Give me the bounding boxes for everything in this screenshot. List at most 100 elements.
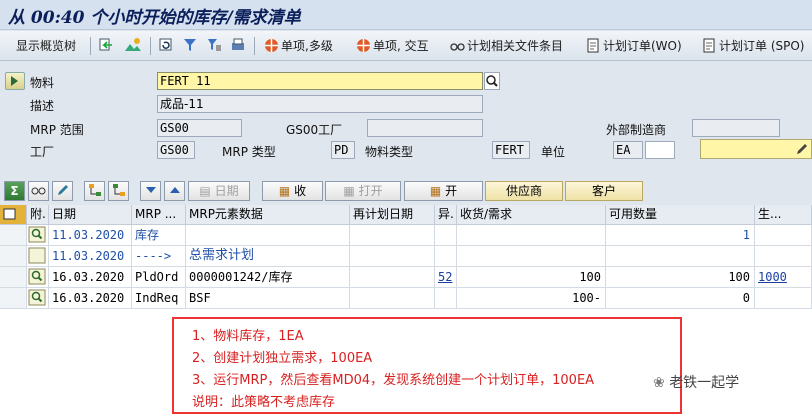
material-search-button[interactable]	[484, 72, 500, 90]
row-receipt	[457, 225, 606, 246]
column-header[interactable]: 日期	[49, 205, 132, 225]
show-overview-tree-button[interactable]: 显示概览树	[16, 37, 76, 55]
column-header[interactable]: 生...	[755, 205, 812, 225]
plant-label: 工厂	[30, 145, 55, 159]
row-mrp-element: PldOrd	[132, 267, 186, 288]
column-header[interactable]: 附.	[27, 205, 49, 225]
refresh-icon[interactable]	[158, 37, 174, 53]
magnifier-icon	[28, 289, 46, 306]
document-icon	[587, 38, 599, 53]
column-header[interactable]: MRP ...	[132, 205, 186, 225]
filter-settings-icon[interactable]	[206, 37, 222, 53]
date-button-label: 日期	[214, 184, 239, 198]
row-resched-date	[350, 246, 435, 267]
plan-order-wo-label: 计划订单(WO)	[603, 39, 682, 53]
table-icon: ▦	[429, 184, 446, 198]
wechat-icon: ❀	[653, 375, 670, 391]
row-receipt	[457, 246, 606, 267]
single-multi-label: 单项,多级	[281, 39, 333, 53]
collect-button-label: 收	[294, 184, 307, 198]
plan-order-spo-button[interactable]: 计划订单 (SPO)	[702, 37, 804, 55]
row-available: 1	[606, 225, 755, 246]
filter-icon[interactable]	[182, 37, 198, 53]
column-header[interactable]: MRP元素数据	[186, 205, 350, 225]
annotation-line-2: 2、创建计划独立需求，100EA	[192, 351, 373, 366]
edit-button[interactable]	[52, 181, 73, 201]
plan-order-spo-label: 计划订单 (SPO)	[719, 39, 805, 53]
row-date: 11.03.2020	[49, 225, 132, 246]
row-mrp-data: BSF	[186, 288, 350, 309]
collect-button[interactable]: ▦ 收	[262, 181, 323, 201]
row-available: 100	[606, 267, 755, 288]
table-icon: ▦	[343, 184, 359, 198]
open-button[interactable]: ▦ 打开	[325, 181, 401, 201]
row-receipt: 100-	[457, 288, 606, 309]
column-header[interactable]: 收货/需求	[457, 205, 606, 225]
customer-button[interactable]: 客户	[565, 181, 643, 201]
row-detail-button[interactable]	[27, 225, 49, 246]
list-toolbar: Σ ▤ 日期 ▦ 收 ▦ 打开 ▦ 开 供应商 客户	[0, 178, 812, 204]
row-selector[interactable]	[0, 246, 27, 267]
row-date: 16.03.2020	[49, 288, 132, 309]
hierarchy-icon	[88, 184, 101, 196]
hierarchy-alt-button[interactable]	[108, 181, 129, 201]
row-exception	[435, 288, 457, 309]
expand-icon	[11, 76, 18, 86]
row-detail-button[interactable]	[27, 288, 49, 309]
landscape-icon[interactable]	[124, 37, 142, 53]
calendar-icon: ▤	[199, 184, 215, 198]
show-overview-tree-label: 显示概览树	[16, 39, 77, 53]
annotation-line-1: 1、物料库存，1EA	[192, 329, 304, 344]
description-label: 描述	[30, 99, 55, 113]
vendor-button-label: 供应商	[505, 184, 542, 198]
single-interactive-button[interactable]: 单项, 交互	[356, 37, 429, 55]
toolbar-separator	[150, 37, 151, 55]
row-resched-date	[350, 267, 435, 288]
vendor-button[interactable]: 供应商	[485, 181, 563, 201]
open2-button[interactable]: ▦ 开	[404, 181, 483, 201]
row-selector[interactable]	[0, 288, 27, 309]
row-detail-button[interactable]	[27, 246, 49, 267]
glasses-button[interactable]	[28, 181, 49, 201]
chevron-down-icon	[145, 187, 156, 193]
sum-button[interactable]: Σ	[4, 181, 25, 201]
row-detail-button[interactable]	[27, 267, 49, 288]
material-type-field: FERT	[492, 141, 530, 159]
mrp-type-field: PD	[331, 141, 355, 159]
toolbar-separator	[90, 37, 91, 55]
row-selector[interactable]	[0, 267, 27, 288]
scroll-down-button[interactable]	[140, 181, 161, 201]
row-prod	[755, 288, 812, 309]
back-icon[interactable]	[98, 37, 114, 53]
hierarchy-button[interactable]	[84, 181, 105, 201]
target-icon	[265, 39, 278, 52]
row-receipt: 100	[457, 267, 606, 288]
column-header[interactable]: 再计划日期	[350, 205, 435, 225]
single-interactive-label: 单项, 交互	[373, 39, 429, 53]
open2-button-label: 开	[445, 184, 458, 198]
blank-icon	[28, 247, 46, 264]
toolbar-separator	[254, 37, 255, 55]
plan-order-wo-button[interactable]: 计划订单(WO)	[586, 37, 682, 55]
material-toggle-button[interactable]	[5, 72, 25, 90]
watermark: ❀ 老铁一起学	[653, 372, 739, 392]
plan-related-files-button[interactable]: 计划相关文件条目	[450, 37, 563, 55]
external-mfr-field	[692, 119, 780, 137]
hierarchy-icon	[112, 184, 125, 196]
mrp-area-plant-label: GS00工厂	[286, 123, 343, 137]
header-detail-button[interactable]	[700, 139, 812, 159]
row-mrp-element: ---->	[132, 246, 186, 267]
date-button[interactable]: ▤ 日期	[188, 181, 250, 201]
column-header[interactable]: 异.	[435, 205, 457, 225]
print-icon[interactable]	[230, 37, 246, 53]
column-header[interactable]: 可用数量	[606, 205, 755, 225]
select-all-icon[interactable]	[0, 205, 27, 225]
row-exception-link[interactable]: 52	[435, 267, 457, 288]
scroll-up-button[interactable]	[164, 181, 185, 201]
row-mrp-element: IndReq	[132, 288, 186, 309]
material-field[interactable]: FERT 11	[157, 72, 483, 90]
row-prod-link[interactable]: 1000	[755, 267, 812, 288]
single-multi-button[interactable]: 单项,多级	[264, 37, 333, 55]
pencil-icon	[57, 185, 68, 195]
row-selector[interactable]	[0, 225, 27, 246]
